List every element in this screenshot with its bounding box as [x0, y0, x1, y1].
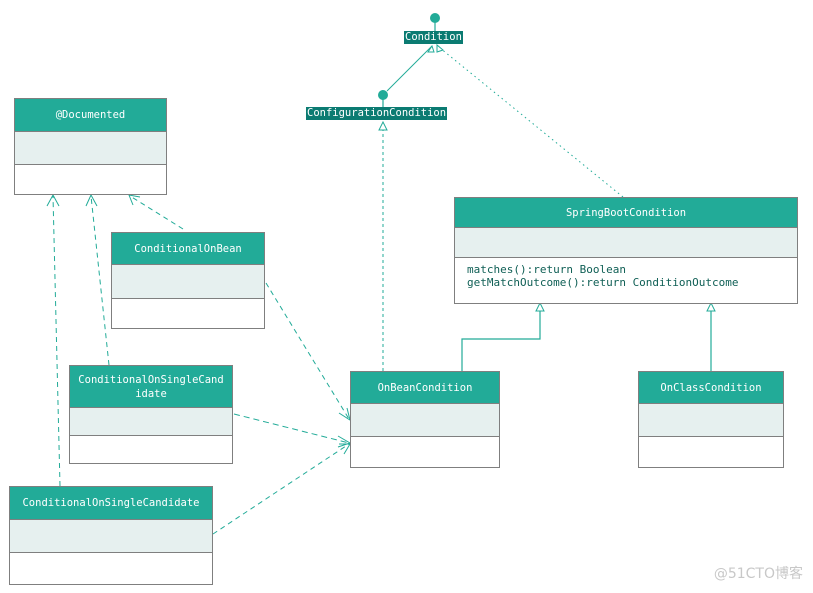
- configuration-condition-lollipop-ball: [378, 90, 388, 100]
- realization-arrowhead: [436, 43, 445, 53]
- class-attributes: [455, 228, 797, 258]
- generalization-configuration-to-condition: [386, 45, 433, 92]
- class-name: ConditionalOnSingleCandidate: [10, 487, 212, 520]
- class-operations: [639, 437, 783, 447]
- class-on-bean-condition: OnBeanCondition: [350, 371, 500, 468]
- dependency-singlecandidate2-to-documented: [52, 195, 61, 487]
- class-conditional-on-single-candidate-2: ConditionalOnSingleCandidate: [9, 486, 213, 585]
- interface-condition: Condition: [404, 31, 463, 44]
- class-conditional-on-bean: ConditionalOnBean: [111, 232, 265, 329]
- generalization-arrowhead-onbean: [535, 301, 545, 312]
- class-operations: [15, 165, 166, 175]
- condition-lollipop-ball: [430, 13, 440, 23]
- class-spring-boot-condition: SpringBootCondition matches():return Boo…: [454, 197, 798, 304]
- dependency-conditionalonbean-to-documented: [129, 195, 184, 230]
- dependency-singlecandidate1-to-onbean: [233, 413, 350, 444]
- interface-configuration-condition: ConfigurationCondition: [306, 107, 448, 120]
- class-attributes: [351, 404, 499, 437]
- generalization-arrowhead-onclass: [706, 301, 716, 312]
- class-name: ConditionalOnBean: [112, 233, 264, 265]
- dependency-conditionalonbean-to-onbean: [265, 282, 350, 420]
- class-attributes: [639, 404, 783, 437]
- class-operations: matches():return Boolean getMatchOutcome…: [455, 258, 797, 294]
- watermark: @51CTO博客: [713, 566, 803, 582]
- class-operations: [351, 437, 499, 447]
- class-operations: [112, 299, 264, 309]
- dependency-arrowhead: [338, 407, 351, 422]
- class-name: OnClassCondition: [639, 372, 783, 404]
- class-attributes: [15, 132, 166, 165]
- class-name: OnBeanCondition: [351, 372, 499, 404]
- generalization-onbean-to-springboot: [461, 311, 541, 371]
- class-attributes: [112, 265, 264, 299]
- class-operations: [10, 553, 212, 563]
- class-name: ConditionalOnSingleCandidate: [70, 366, 232, 408]
- class-attributes: [10, 520, 212, 553]
- class-operations: [70, 436, 232, 446]
- dependency-singlecandidate1-to-documented: [90, 195, 110, 366]
- dependency-singlecandidate2-to-onbean: [212, 443, 350, 535]
- class-name: @Documented: [15, 99, 166, 132]
- class-on-class-condition: OnClassCondition: [638, 371, 784, 468]
- realization-springboot-to-condition: [439, 47, 624, 198]
- class-documented: @Documented: [14, 98, 167, 195]
- realization-arrowhead-configuration: [378, 120, 388, 131]
- class-name: SpringBootCondition: [455, 198, 797, 228]
- class-attributes: [70, 408, 232, 436]
- class-conditional-on-single-candidate-1: ConditionalOnSingleCandidate: [69, 365, 233, 464]
- dependency-arrowhead: [128, 194, 141, 206]
